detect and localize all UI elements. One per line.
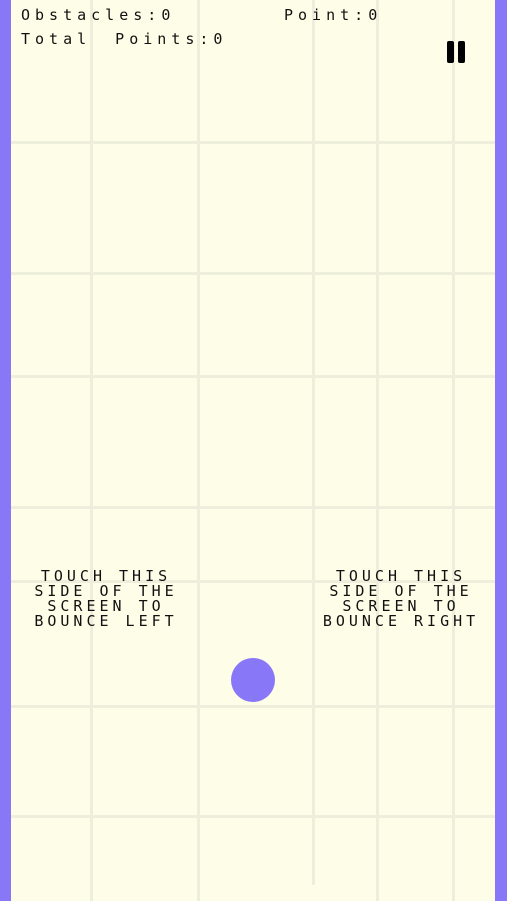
grid-line-vertical bbox=[312, 0, 315, 885]
grid-line-vertical bbox=[197, 0, 200, 901]
obstacles-label: Obstacles: bbox=[21, 6, 162, 24]
game-screen[interactable]: Obstacles:0 Point:0 Total Points:0 TOUCH… bbox=[0, 0, 507, 901]
grid-line-vertical bbox=[452, 0, 455, 901]
point-counter: Point:0 bbox=[284, 6, 382, 24]
grid-line-horizontal bbox=[11, 375, 495, 378]
grid-line-horizontal bbox=[11, 506, 495, 509]
grid-line-horizontal bbox=[11, 705, 495, 708]
obstacles-counter: Obstacles:0 bbox=[21, 6, 175, 24]
bounce-left-hint: TOUCH THIS SIDE OF THE SCREEN TO BOUNCE … bbox=[6, 569, 206, 629]
hint-line: BOUNCE RIGHT bbox=[322, 612, 480, 630]
grid-line-horizontal bbox=[11, 815, 495, 818]
ball bbox=[231, 658, 275, 702]
obstacles-value: 0 bbox=[161, 6, 176, 24]
point-value: 0 bbox=[368, 6, 383, 24]
bounce-right-hint: TOUCH THIS SIDE OF THE SCREEN TO BOUNCE … bbox=[301, 569, 501, 629]
grid-line-horizontal bbox=[11, 272, 495, 275]
total-points-counter: Total Points:0 bbox=[21, 30, 227, 48]
right-wall bbox=[495, 0, 507, 901]
left-wall bbox=[0, 0, 11, 901]
pause-button[interactable] bbox=[443, 37, 469, 67]
grid-line-horizontal bbox=[11, 141, 495, 144]
total-points-value: 0 bbox=[213, 30, 228, 48]
grid-line-vertical bbox=[376, 0, 379, 901]
hint-line: BOUNCE LEFT bbox=[34, 612, 178, 630]
total-points-label: Total Points: bbox=[21, 30, 214, 48]
point-label: Point: bbox=[284, 6, 369, 24]
grid-line-vertical bbox=[90, 0, 93, 901]
